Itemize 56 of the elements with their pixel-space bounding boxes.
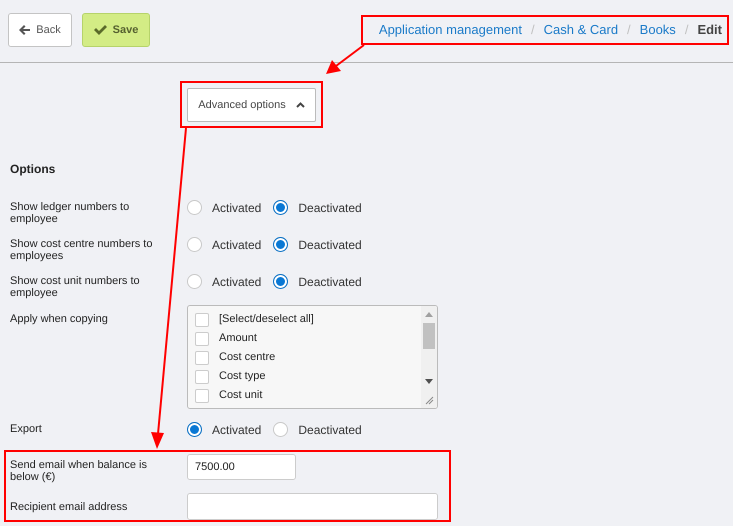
radio-button[interactable] (273, 274, 288, 289)
breadcrumb-separator: / (531, 21, 535, 40)
checkbox-label: Amount (219, 331, 257, 346)
arrow-left-icon (19, 25, 30, 35)
breadcrumb-current: Edit (697, 21, 722, 40)
checkbox-label: Cost unit (219, 388, 262, 404)
option-label: Deactivated (298, 422, 362, 436)
radio-button[interactable] (187, 422, 202, 437)
breadcrumb-link[interactable]: Books (640, 20, 676, 40)
radio-button[interactable] (273, 237, 288, 252)
checkbox-label: Cost type (219, 369, 266, 384)
save-button[interactable]: Save (82, 13, 150, 47)
radio-button[interactable] (187, 237, 202, 252)
advanced-options-button[interactable]: Advanced options (187, 88, 316, 122)
option-label: Activated (212, 200, 262, 214)
input-field[interactable] (187, 493, 438, 520)
setting-label: Show cost centre numbers to employees (10, 237, 154, 262)
annotation-arrow (326, 44, 365, 74)
checkbox-label: Cost centre (219, 350, 276, 366)
setting-label: Apply when copying (10, 312, 109, 325)
scroll-down-icon[interactable] (425, 379, 433, 384)
setting-label: Show cost unit numbers to employee (10, 274, 141, 299)
chevron-up-icon (296, 102, 305, 108)
resize-grip-icon[interactable] (424, 396, 434, 405)
breadcrumb-link[interactable]: Cash & Card (544, 20, 618, 40)
option-label: Deactivated (298, 238, 362, 252)
checkbox[interactable] (195, 370, 209, 384)
scroll-up-icon[interactable] (425, 312, 433, 317)
radio-button[interactable] (187, 200, 202, 215)
breadcrumb-link[interactable]: Application management (378, 20, 522, 40)
radio-button[interactable] (273, 200, 288, 215)
checkbox-label: [Select/deselect all] (219, 312, 314, 328)
checkbox[interactable] (195, 350, 209, 364)
option-label: Deactivated (298, 274, 362, 288)
section-title: Options (10, 162, 56, 176)
option-label: Activated (212, 274, 262, 288)
checkbox[interactable] (195, 332, 209, 346)
breadcrumb-separator: / (627, 21, 631, 40)
back-button[interactable]: Back (8, 13, 72, 47)
radio-button[interactable] (187, 274, 202, 289)
setting-label: Show ledger numbers to employee (10, 200, 130, 225)
option-label: Deactivated (298, 200, 362, 214)
option-label: Activated (212, 238, 262, 252)
scrollbar-thumb[interactable] (423, 323, 435, 349)
checkbox-list[interactable]: [Select/deselect all] Amount Cost centre Cost type Cost unit (187, 305, 438, 409)
setting-label: Export (10, 422, 43, 435)
radio-button[interactable] (273, 422, 288, 437)
checkmark-icon (94, 25, 107, 35)
scrollbar[interactable] (421, 306, 437, 408)
checkbox[interactable] (195, 388, 209, 402)
input-field[interactable]: 7500.00 (187, 454, 296, 480)
option-label: Activated (212, 422, 262, 436)
setting-label: Send email when balance is below (€) (10, 458, 148, 483)
setting-label: Recipient email address (10, 500, 128, 512)
checkbox[interactable] (195, 312, 209, 326)
breadcrumb-separator: / (684, 21, 688, 40)
